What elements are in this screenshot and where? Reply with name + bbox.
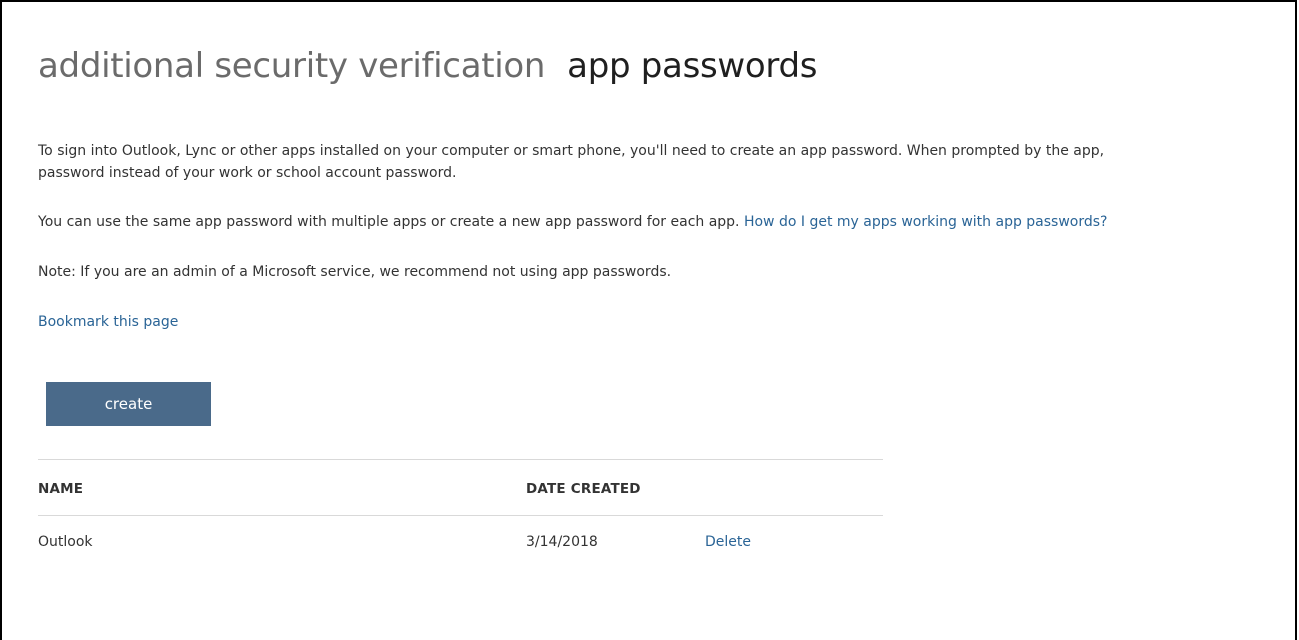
multi-app-text: You can use the same app password with m…: [38, 214, 744, 230]
row-date-created: 3/14/2018: [526, 534, 598, 550]
table-top-divider: [38, 459, 883, 460]
app-passwords-table: NAME DATE CREATED Outlook 3/14/2018 Dele…: [38, 459, 883, 550]
app-passwords-help-link[interactable]: How do I get my apps working with app pa…: [744, 214, 1108, 230]
tab-app-passwords[interactable]: app passwords: [567, 46, 817, 86]
column-header-name: NAME: [38, 481, 84, 497]
bookmark-paragraph: Bookmark this page: [38, 311, 178, 333]
tab-additional-security-verification[interactable]: additional security verification: [38, 46, 545, 86]
page-header: additional security verification app pass…: [38, 46, 818, 86]
row-name: Outlook: [38, 534, 93, 550]
admin-note: Note: If you are an admin of a Microsoft…: [38, 264, 672, 280]
intro-line-1: To sign into Outlook, Lync or other apps…: [38, 143, 1105, 159]
table-header-divider: [38, 515, 883, 516]
bookmark-link[interactable]: Bookmark this page: [38, 314, 178, 330]
column-header-date-created: DATE CREATED: [526, 481, 641, 497]
intro-paragraph: To sign into Outlook, Lync or other apps…: [38, 140, 1104, 184]
table-row: Outlook 3/14/2018 Delete: [38, 534, 883, 556]
intro-line-2: password instead of your work or school …: [38, 165, 457, 181]
multi-app-paragraph: You can use the same app password with m…: [38, 211, 1107, 233]
create-button[interactable]: create: [46, 382, 211, 426]
delete-link[interactable]: Delete: [705, 534, 751, 550]
